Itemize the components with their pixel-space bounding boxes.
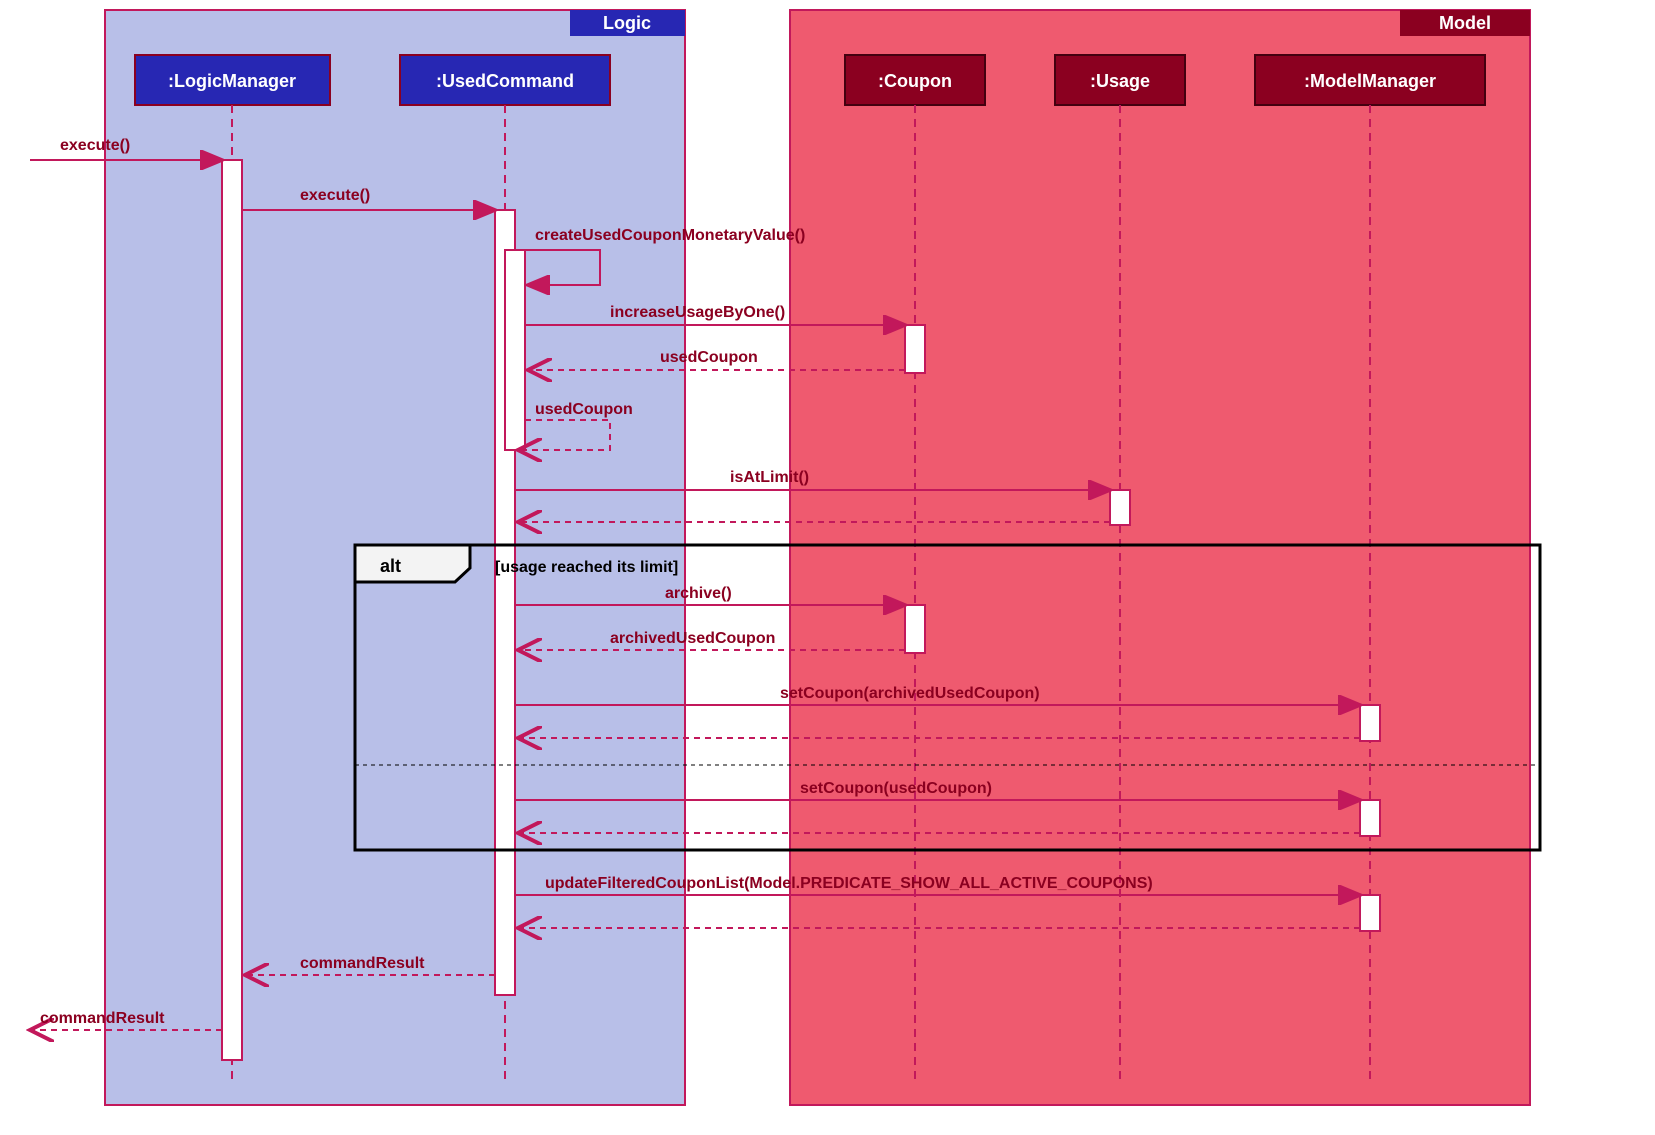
activation-modelmanager-1	[1360, 705, 1380, 741]
frame-logic-title: Logic	[603, 13, 651, 33]
alt-guard: [usage reached its limit]	[495, 559, 678, 576]
label-m1: execute()	[60, 137, 130, 154]
label-m10: setCoupon(archivedUsedCoupon)	[780, 685, 1040, 702]
alt-label: alt	[380, 556, 401, 576]
label-m7: isAtLimit()	[730, 469, 809, 486]
label-m4: increaseUsageByOne()	[610, 304, 785, 321]
label-m6: usedCoupon	[535, 401, 633, 418]
frame-model: Model	[790, 10, 1530, 1105]
label-m14: commandResult	[40, 1010, 165, 1027]
label-m8: archive()	[665, 585, 732, 602]
label-m5: usedCoupon	[660, 349, 758, 366]
label-m2: execute()	[300, 187, 370, 204]
label-m9: archivedUsedCoupon	[610, 630, 775, 647]
activation-coupon-2	[905, 605, 925, 653]
label-m3: createUsedCouponMonetaryValue()	[535, 227, 805, 244]
activation-modelmanager-3	[1360, 895, 1380, 931]
lifeline-usedcommand-label: :UsedCommand	[436, 71, 574, 91]
lifeline-logicmanager-label: :LogicManager	[168, 71, 296, 91]
activation-usage	[1110, 490, 1130, 525]
activation-coupon-1	[905, 325, 925, 373]
frame-model-title: Model	[1439, 13, 1491, 33]
label-m11: setCoupon(usedCoupon)	[800, 780, 992, 797]
activation-usedcommand-inner	[505, 250, 525, 450]
label-m13: commandResult	[300, 955, 425, 972]
activation-modelmanager-2	[1360, 800, 1380, 836]
lifeline-modelmanager-label: :ModelManager	[1304, 71, 1436, 91]
lifeline-usage-label: :Usage	[1090, 71, 1150, 91]
lifeline-coupon-label: :Coupon	[878, 71, 952, 91]
activation-logicmanager	[222, 160, 242, 1060]
label-m12: updateFilteredCouponList(Model.PREDICATE…	[545, 875, 1153, 892]
